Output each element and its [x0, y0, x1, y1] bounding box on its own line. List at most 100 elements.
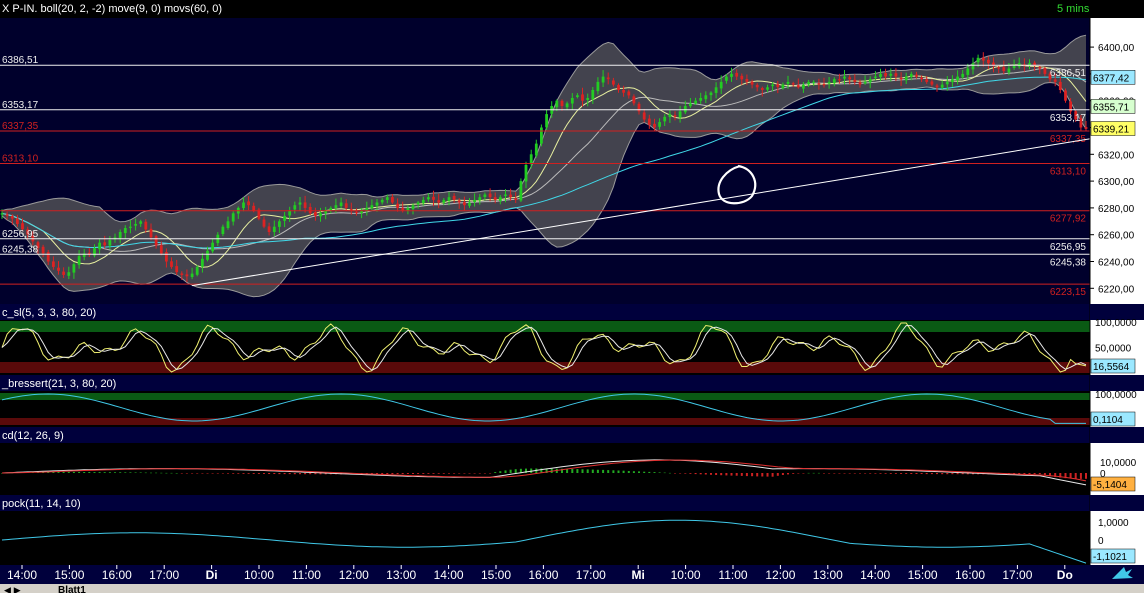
- time-tick-label: 10:00: [244, 568, 274, 582]
- candle-body: [468, 202, 471, 206]
- macd-bar: [139, 472, 142, 473]
- macd-bar: [304, 473, 307, 475]
- candle-body: [262, 219, 266, 227]
- macd-bar: [915, 473, 918, 474]
- stoch-oversold-zone: [0, 362, 1090, 373]
- macd-bar: [859, 473, 861, 474]
- candle-body: [534, 143, 538, 156]
- coppock-pane[interactable]: [0, 511, 1090, 565]
- macd-bar: [576, 469, 579, 473]
- macd-bar: [247, 473, 250, 474]
- candle-body: [689, 103, 692, 107]
- candle-body: [298, 202, 302, 205]
- sheet-tab-bar: [0, 584, 1144, 593]
- macd-bar: [1038, 473, 1041, 475]
- candle-body: [46, 252, 50, 262]
- macd-bar: [905, 473, 908, 474]
- macd-bar: [83, 472, 86, 473]
- price-badge: 6377,42: [1093, 73, 1130, 84]
- candle-body: [447, 197, 451, 201]
- macd-bar: [889, 473, 892, 474]
- macd-bar: [812, 472, 815, 474]
- macd-bar: [571, 469, 574, 473]
- time-tick-label: 12:00: [339, 568, 369, 582]
- time-tick-label: 17:00: [149, 568, 179, 582]
- macd-bar: [62, 471, 65, 473]
- candle-body: [62, 271, 65, 275]
- level-left-label: 6256,95: [2, 229, 39, 240]
- candle-body: [755, 84, 759, 88]
- macd-bar: [401, 473, 404, 474]
- candle-body: [678, 111, 682, 118]
- candle-body: [0, 213, 4, 215]
- candle-body: [416, 202, 420, 205]
- macd-bar: [668, 472, 671, 474]
- macd-bar: [468, 473, 471, 474]
- candle-body: [740, 75, 744, 80]
- macd-bar: [900, 473, 903, 474]
- stoch-value-badge: 16,5564: [1093, 362, 1130, 373]
- time-tick-label: 17:00: [576, 568, 606, 582]
- candle-body: [344, 203, 348, 208]
- macd-bar: [740, 473, 743, 476]
- candle-body: [463, 202, 466, 206]
- candle-body: [894, 73, 898, 77]
- candle-body: [473, 199, 476, 202]
- macd-bar: [119, 472, 122, 473]
- candle-body: [483, 194, 487, 197]
- candle-body: [308, 207, 312, 214]
- candle-body: [457, 200, 461, 203]
- macd-bar: [704, 473, 707, 475]
- macd-bar: [792, 473, 795, 474]
- macd-bar: [663, 472, 666, 474]
- candle-body: [427, 197, 430, 200]
- candle-body: [981, 57, 985, 61]
- macd-bar: [874, 473, 877, 474]
- trading-chart[interactable]: 6386,51 6386,51 6353,17 6353,17 6337,35 6337,…: [0, 0, 1144, 593]
- time-tick-label: 16:00: [102, 568, 132, 582]
- candle-body: [514, 198, 518, 200]
- macd-bar: [124, 472, 127, 473]
- candle-body: [226, 221, 230, 228]
- macd-bar: [427, 473, 430, 474]
- level-left-label: 6245,38: [2, 244, 39, 255]
- macd-bar: [108, 472, 111, 473]
- time-tick-label: 14:00: [434, 568, 464, 582]
- macd-bar: [951, 473, 954, 475]
- level-right-label: 6313,10: [1050, 167, 1087, 178]
- candle-body: [211, 242, 214, 252]
- macd-bar: [802, 473, 805, 474]
- macd-bar: [227, 473, 229, 474]
- candle-body: [658, 122, 661, 127]
- candle-body: [596, 81, 600, 92]
- sheet-nav-icon[interactable]: ◀ ▶: [4, 586, 21, 593]
- candle-body: [915, 74, 918, 77]
- macd-bar: [632, 471, 635, 473]
- time-tick-label: 15:00: [54, 568, 84, 582]
- candle-body: [319, 213, 322, 217]
- macd-bar: [273, 473, 276, 474]
- price-badge: 6339,21: [1093, 125, 1130, 136]
- candle-body: [504, 194, 507, 196]
- candle-body: [827, 81, 831, 84]
- sheet-tab-blatt1[interactable]: Blatt1: [58, 585, 86, 593]
- macd-bar: [78, 472, 81, 473]
- candle-body: [165, 252, 168, 262]
- candle-body: [57, 267, 60, 271]
- candle-body: [545, 114, 548, 128]
- macd-bar: [268, 473, 271, 474]
- candle-body: [879, 73, 882, 77]
- level-right-label: 6337,35: [1050, 134, 1087, 145]
- time-tick-label: 11:00: [718, 568, 747, 582]
- macd-bar: [602, 469, 605, 473]
- macd-bar: [735, 473, 738, 476]
- macd-bar: [293, 473, 296, 475]
- candle-body: [247, 201, 250, 206]
- candle-body: [267, 226, 271, 232]
- macd-bar: [828, 473, 831, 474]
- macd-bar: [586, 469, 589, 473]
- macd-bar: [833, 473, 836, 474]
- candle-body: [370, 205, 374, 209]
- candle-body: [493, 197, 497, 200]
- macd-bar: [787, 473, 789, 475]
